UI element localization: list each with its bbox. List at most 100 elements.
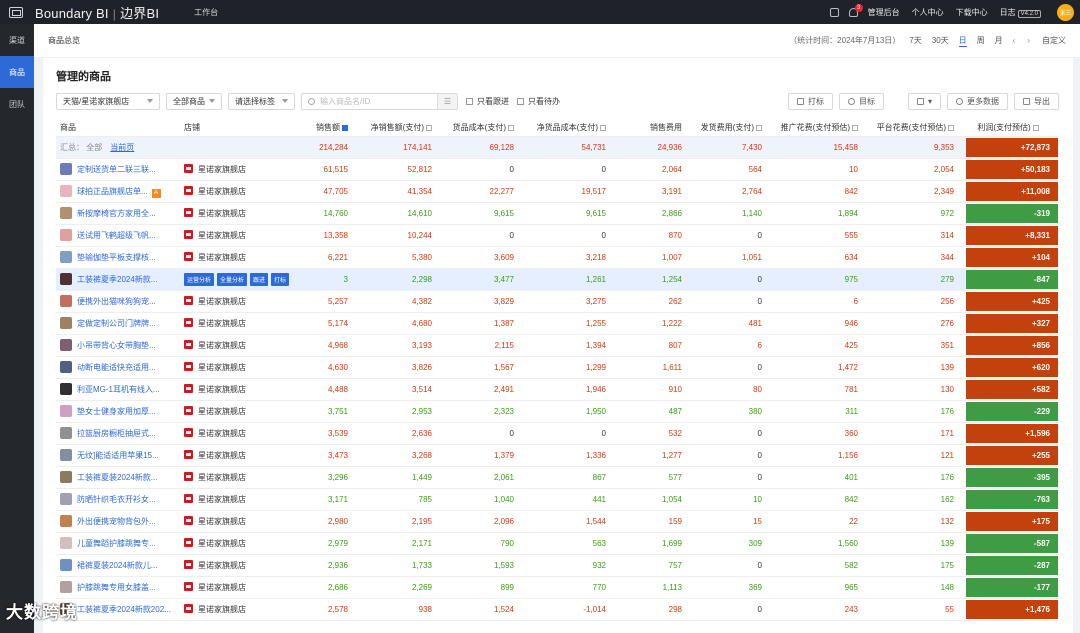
category-select[interactable]: 全部商品 — [166, 92, 222, 110]
product-name[interactable]: 防晒针织毛衣开衫女... — [77, 495, 156, 504]
table-row[interactable]: 工装裤夏季2024新款...运营分析全量分析跟进打标目标32,2983,4771… — [56, 268, 1058, 291]
col-sales-expense[interactable]: 销售费用 — [610, 120, 686, 137]
table-row[interactable]: 拉篮厨房橱柜抽屉式... 星诺家旗舰店 3,539 2,636 0 0 532 0 360 171… — [56, 422, 1058, 445]
sort-icon[interactable] — [426, 125, 432, 132]
download-center-link[interactable]: 下载中心 — [956, 7, 988, 18]
col-sales[interactable]: 销售额 — [292, 120, 352, 137]
product-cell[interactable]: 定做定制公司门牌牌... — [56, 312, 180, 335]
product-name[interactable]: 儿童舞蹈护膝跳舞专... — [77, 539, 156, 548]
tag-row-button[interactable]: 打标 — [271, 272, 290, 286]
full-analysis-button[interactable]: 全量分析 — [217, 272, 248, 286]
col-net-sales[interactable]: 净销售额(支付) — [352, 120, 436, 137]
product-name[interactable]: 外出便携宠物背包外... — [77, 517, 156, 526]
table-row[interactable]: 工装裤夏季2024新款202... 星诺家旗舰店 2,578 938 1,524 -1,0… — [56, 598, 1058, 621]
period-day[interactable]: 日 — [958, 35, 967, 47]
product-name[interactable]: 工装裤夏季2024新款202... — [77, 605, 171, 614]
col-shipping[interactable]: 发货费用(支付) — [686, 120, 766, 137]
table-row[interactable]: 外出便携宠物背包外... 星诺家旗舰店 2,980 2,195 2,096 1,544 15… — [56, 510, 1058, 533]
product-cell[interactable]: 防晒针织毛衣开衫女... — [56, 488, 180, 511]
sort-icon[interactable] — [1032, 125, 1039, 132]
sort-icon[interactable] — [852, 125, 858, 132]
product-name[interactable]: 垫输伽垫平板支撑核... — [77, 253, 156, 262]
sort-icon[interactable] — [948, 125, 954, 132]
personal-center-link[interactable]: 个人中心 — [912, 7, 944, 18]
table-row[interactable]: 护膝跳舞专用女膝盖... 星诺家旗舰店 2,686 2,269 899 770 1,113 3… — [56, 576, 1058, 599]
period-7d[interactable]: 7天 — [909, 35, 921, 46]
sort-icon[interactable] — [508, 125, 514, 132]
product-name[interactable]: 拉篮厨房橱柜抽屉式... — [77, 429, 156, 438]
table-row[interactable]: 无纹]能适适用苹果15... 星诺家旗舰店 3,473 3,268 1,379 1,336… — [56, 444, 1058, 467]
admin-link[interactable]: 管理后台 — [868, 7, 900, 18]
product-name[interactable]: 护膝跳舞专用女膝盖... — [77, 583, 156, 592]
col-goods-cost[interactable]: 货品成本(支付) — [436, 120, 518, 137]
product-name[interactable]: 工装裤夏装2024新款... — [77, 473, 157, 482]
only-follow-checkbox[interactable]: 只看跟进 — [466, 96, 509, 107]
period-30d[interactable]: 30天 — [932, 35, 949, 46]
column-settings-button[interactable]: ▾ — [907, 92, 941, 110]
product-cell[interactable]: 利亚MG-1耳机有线入... — [56, 378, 180, 401]
sort-icon[interactable] — [600, 125, 606, 132]
table-row[interactable]: 裙裤夏装2024新款儿... 星诺家旗舰店 2,936 1,733 1,593 932 75… — [56, 554, 1058, 577]
table-row[interactable]: 便携外出猫咪狗狗宠... 星诺家旗舰店 5,257 4,382 3,829 3,275 26… — [56, 290, 1058, 313]
log-link[interactable]: 日志 V4.2.0 — [1000, 7, 1041, 18]
tag-select[interactable]: 请选择标签 — [228, 92, 295, 110]
table-row[interactable]: 动断电能适快充适用... 星诺家旗舰店 4,630 3,826 1,567 1,299 1,… — [56, 356, 1058, 379]
table-row[interactable]: 定做定制公司门牌牌... 星诺家旗舰店 5,174 4,680 1,387 1,255 1,… — [56, 312, 1058, 335]
table-row[interactable]: 送试用飞鹤超级飞帆... 星诺家旗舰店 13,358 10,244 0 0 870 0 555 3… — [56, 224, 1058, 247]
col-profit[interactable]: 利润(支付预估) — [958, 120, 1058, 137]
product-cell[interactable]: 球拍正品旗舰店单... A — [56, 180, 180, 203]
user-avatar[interactable]: 张三 — [1057, 3, 1074, 21]
product-cell[interactable]: 外出便携宠物背包外... — [56, 510, 180, 533]
col-net-goods-cost[interactable]: 净货品成本(支付) — [518, 120, 610, 137]
workbench-link[interactable]: 工作台 — [194, 7, 218, 18]
product-name[interactable]: 动断电能适快充适用... — [77, 363, 156, 372]
product-cell[interactable]: 小吊带背心女带胸垫... — [56, 334, 180, 357]
chevron-left-icon[interactable]: ‹ — [1013, 36, 1016, 45]
ops-analysis-button[interactable]: 运营分析 — [184, 272, 215, 286]
sidebar-item-products[interactable]: 商品 — [0, 56, 34, 88]
product-cell[interactable]: 儿童舞蹈护膝跳舞专... — [56, 532, 180, 555]
product-name[interactable]: 小吊带背心女带胸垫... — [77, 341, 156, 350]
product-name[interactable]: 定做定制公司门牌牌... — [77, 319, 156, 328]
table-row[interactable]: 儿童舞蹈护膝跳舞专... 星诺家旗舰店 2,979 2,171 790 563 1,699 3… — [56, 532, 1058, 555]
product-name[interactable]: 新按摩椅官方家用全... — [77, 209, 156, 218]
product-cell[interactable]: 垫女士健身家用加厚... — [56, 400, 180, 423]
product-cell[interactable]: 新按摩椅官方家用全... — [56, 202, 180, 225]
product-cell[interactable]: 工装裤夏季2024新款... — [56, 268, 180, 291]
target-button[interactable]: 目标 — [838, 92, 884, 110]
export-button[interactable]: 导出 — [1014, 92, 1059, 110]
product-cell[interactable]: 拉篮厨房橱柜抽屉式... — [56, 422, 180, 445]
custom-range-button[interactable]: 自定义 — [1042, 35, 1066, 46]
product-name[interactable]: 定制送货单二联三联... — [77, 165, 156, 174]
product-cell[interactable]: 动断电能适快充适用... — [56, 356, 180, 379]
product-name[interactable]: 垫女士健身家用加厚... — [77, 407, 156, 416]
table-row[interactable]: 防晒针织毛衣开衫女... 星诺家旗舰店 3,171 785 1,040 441 1,054 1… — [56, 488, 1058, 511]
product-cell[interactable]: 无纹]能适适用苹果15... — [56, 444, 180, 467]
table-row[interactable]: 利亚MG-1耳机有线入... 星诺家旗舰店 4,488 3,514 2,491 1,946… — [56, 378, 1058, 401]
product-cell[interactable]: 定制送货单二联三联... — [56, 158, 180, 181]
notification-bell-icon[interactable]: 3 — [848, 3, 863, 17]
table-row[interactable]: 球拍正品旗舰店单... A 星诺家旗舰店 47,705 41,354 22,277 19,5… — [56, 180, 1058, 203]
table-row[interactable]: 工装裤夏装2024新款... 星诺家旗舰店 3,296 1,449 2,061 867 57… — [56, 466, 1058, 489]
product-cell[interactable]: 护膝跳舞专用女膝盖... — [56, 576, 180, 599]
sidebar-item-team[interactable]: 团队 — [0, 88, 34, 120]
table-row[interactable]: 定制送货单二联三联... 星诺家旗舰店 61,515 52,812 0 0 2,064 564… — [56, 158, 1058, 181]
sort-icon[interactable] — [342, 125, 348, 132]
follow-button[interactable]: 跟进 — [250, 272, 269, 286]
product-name[interactable]: 利亚MG-1耳机有线入... — [77, 385, 160, 394]
product-cell[interactable]: 便携外出猫咪狗狗宠... — [56, 290, 180, 313]
product-cell[interactable]: 裙裤夏装2024新款儿... — [56, 554, 180, 577]
product-cell[interactable]: 送试用飞鹤超级飞帆... — [56, 224, 180, 247]
col-platform[interactable]: 平台花费(支付预估) — [862, 120, 958, 137]
product-name[interactable]: 送试用飞鹤超级飞帆... — [77, 231, 156, 240]
product-name[interactable]: 工装裤夏季2024新款... — [77, 275, 157, 284]
list-icon[interactable]: ☰ — [437, 93, 457, 109]
col-promotion[interactable]: 推广花费(支付预估) — [766, 120, 862, 137]
product-cell[interactable]: 工装裤夏装2024新款... — [56, 466, 180, 489]
table-row[interactable]: 新按摩椅官方家用全... 星诺家旗舰店 14,760 14,610 9,615 9,615… — [56, 202, 1058, 225]
product-name[interactable]: 球拍正品旗舰店单... — [77, 187, 148, 196]
only-pending-checkbox[interactable]: 只看待办 — [517, 96, 560, 107]
product-name[interactable]: 便携外出猫咪狗狗宠... — [77, 297, 156, 306]
summary-all[interactable]: 全部 — [86, 143, 102, 152]
period-month[interactable]: 月 — [995, 35, 1003, 46]
